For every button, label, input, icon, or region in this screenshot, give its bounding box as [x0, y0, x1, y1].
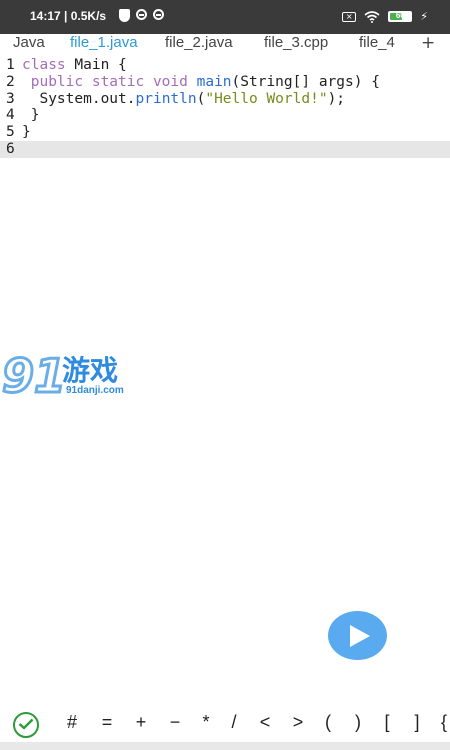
file-tab-bar: Java file_1.java file_2.java file_3.cpp …	[0, 34, 450, 56]
status-system-icons: × 60 ⚡	[342, 10, 428, 23]
symbol-key[interactable]: =	[97, 712, 117, 733]
line-number: 1	[6, 57, 15, 73]
code-line[interactable]: 3 System.out.println("Hello World!");	[0, 91, 450, 108]
status-time: 14:17 | 0.5K/s	[30, 9, 107, 23]
code-text: }	[22, 124, 31, 141]
symbol-bar: # = + − * / < > () [] {	[0, 706, 450, 742]
code-token: }	[22, 124, 31, 141]
status-bar: 14:17 | 0.5K/s × 60 ⚡	[0, 0, 450, 34]
sync-icon	[136, 9, 147, 20]
code-token: }	[22, 107, 40, 124]
code-text: System.out.println("Hello World!");	[22, 91, 345, 108]
code-line[interactable]: 4 }	[0, 107, 450, 124]
status-notification-icons	[119, 9, 164, 22]
code-token: class	[22, 57, 66, 73]
check-button[interactable]	[13, 712, 39, 738]
symbol-key[interactable]: [	[377, 712, 397, 733]
add-tab-button[interactable]: +	[421, 34, 435, 53]
svg-text:游戏: 游戏	[62, 354, 118, 387]
bottom-strip	[0, 742, 450, 750]
code-token: "Hello World!"	[205, 90, 328, 107]
symbol-key[interactable]: *	[196, 712, 216, 733]
battery-level: 60	[395, 11, 405, 20]
symbol-key[interactable]: )	[348, 712, 368, 733]
no-sim-icon: ×	[342, 11, 357, 22]
code-line[interactable]: 5}	[0, 124, 450, 141]
tab-java[interactable]: Java	[13, 34, 45, 51]
code-token: println	[135, 90, 197, 107]
symbol-key[interactable]: <	[255, 712, 275, 733]
code-token: public static void	[22, 73, 197, 90]
charging-bolt-icon: ⚡	[420, 10, 428, 23]
line-number: 3	[6, 90, 15, 107]
wifi-icon	[364, 10, 380, 23]
code-token: );	[327, 90, 346, 107]
symbol-key[interactable]: +	[131, 712, 151, 733]
sync-icon	[153, 9, 164, 20]
symbol-key[interactable]: ]	[407, 712, 427, 733]
line-number: 4	[6, 107, 15, 124]
symbol-key[interactable]: (	[318, 712, 338, 733]
tab-file-4[interactable]: file_4	[359, 34, 402, 51]
code-text: }	[22, 107, 40, 124]
play-icon	[350, 624, 370, 647]
code-editor[interactable]: 1 class Main {2 public static void main(S…	[0, 57, 450, 158]
code-token: Main {	[65, 57, 127, 73]
check-icon	[18, 718, 34, 730]
tab-file-2-java[interactable]: file_2.java	[165, 34, 233, 51]
svg-text:91: 91	[2, 349, 66, 403]
code-line[interactable]: 1 class Main {	[0, 57, 450, 74]
code-token: (String[] args) {	[231, 73, 380, 90]
tab-file-3-cpp[interactable]: file_3.cpp	[264, 34, 328, 51]
tab-file-1-java[interactable]: file_1.java	[70, 34, 138, 51]
code-text: public static void main(String[] args) {	[22, 74, 380, 91]
symbol-key[interactable]: #	[62, 712, 82, 733]
line-number: 2	[6, 73, 15, 90]
line-number: 5	[6, 124, 15, 141]
shield-icon	[119, 9, 130, 22]
code-token: main	[196, 73, 232, 90]
code-text: class Main {	[22, 57, 127, 74]
symbol-key[interactable]: {	[434, 712, 450, 733]
code-line[interactable]: 2 public static void main(String[] args)…	[0, 74, 450, 91]
symbol-key[interactable]: −	[165, 712, 185, 733]
symbol-key[interactable]: >	[288, 712, 308, 733]
battery-icon: 60	[388, 11, 413, 22]
run-button[interactable]	[328, 611, 387, 660]
symbol-key[interactable]: /	[224, 712, 244, 733]
watermark-site: 91danji.com	[66, 385, 124, 396]
code-line[interactable]: 6	[0, 140, 450, 158]
code-token: System.out.	[22, 90, 136, 107]
watermark-logo: 91 游戏 91danji.com	[0, 348, 140, 405]
line-number: 6	[6, 140, 15, 157]
